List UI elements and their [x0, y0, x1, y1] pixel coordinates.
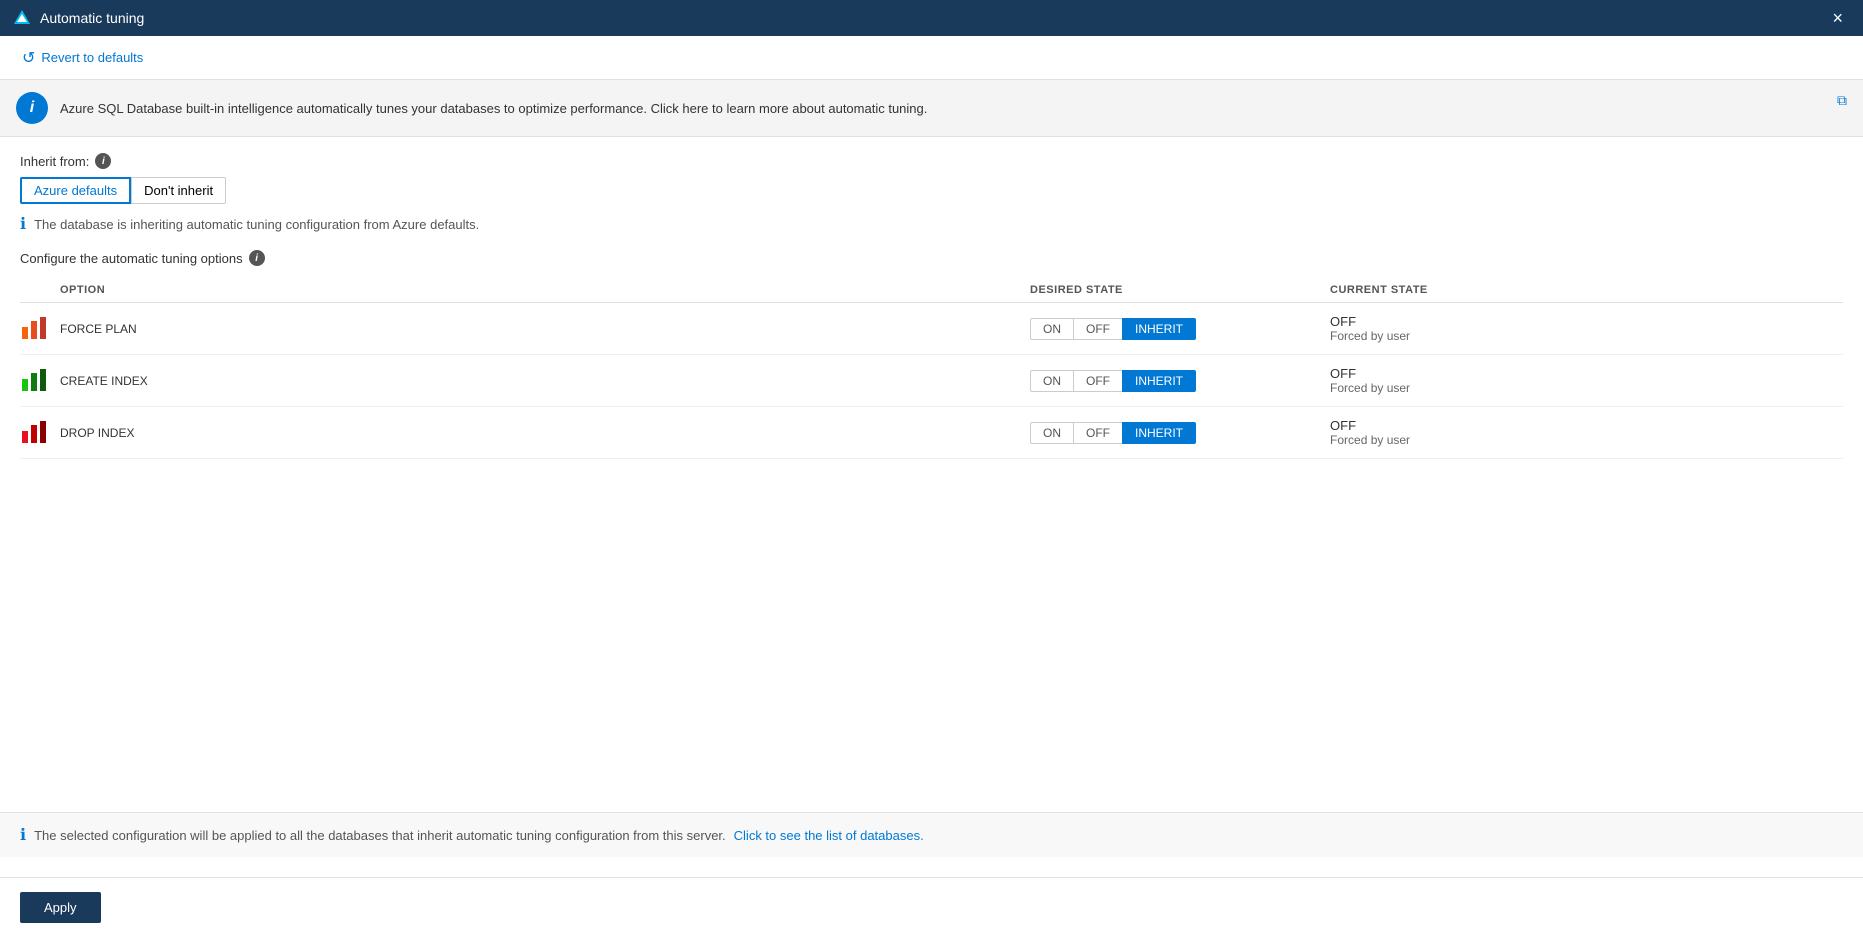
footer-message: The selected configuration will be appli… [34, 828, 726, 843]
state-btn-on-2[interactable]: ON [1030, 422, 1073, 444]
footer-info: ℹ The selected configuration will be app… [0, 812, 1863, 857]
desired-state-cell: ONOFFINHERIT [1030, 355, 1330, 407]
option-icon [20, 365, 48, 393]
state-button-group: ONOFFINHERIT [1030, 370, 1322, 392]
option-icon-cell [20, 355, 60, 407]
inherit-button-group: Azure defaults Don't inherit [20, 177, 1843, 204]
revert-label: Revert to defaults [41, 50, 143, 65]
current-state-value: OFF [1330, 418, 1835, 433]
state-btn-inherit-2[interactable]: INHERIT [1122, 422, 1196, 444]
footer-link[interactable]: Click to see the list of databases. [734, 828, 924, 843]
current-state-cell: OFF Forced by user [1330, 355, 1843, 407]
desired-state-cell: ONOFFINHERIT [1030, 407, 1330, 459]
azure-defaults-button[interactable]: Azure defaults [20, 177, 131, 204]
col-icon [20, 278, 60, 303]
close-button[interactable]: × [1824, 5, 1851, 31]
inherit-info-icon: ℹ [20, 214, 26, 234]
window-title: Automatic tuning [40, 10, 144, 26]
option-icon [20, 417, 48, 445]
state-btn-off-0[interactable]: OFF [1073, 318, 1122, 340]
external-link-icon[interactable]: ⧉ [1837, 92, 1847, 109]
option-name: FORCE PLAN [60, 322, 137, 336]
state-button-group: ONOFFINHERIT [1030, 318, 1322, 340]
table-row: DROP INDEXONOFFINHERIT OFF Forced by use… [20, 407, 1843, 459]
inherit-tooltip-icon[interactable]: i [95, 153, 111, 169]
state-btn-off-2[interactable]: OFF [1073, 422, 1122, 444]
footer-info-icon: ℹ [20, 825, 26, 845]
state-btn-inherit-0[interactable]: INHERIT [1122, 318, 1196, 340]
toolbar: ↺ Revert to defaults [0, 36, 1863, 80]
col-current-state: CURRENT STATE [1330, 278, 1843, 303]
app-icon [12, 8, 32, 28]
option-icon [20, 313, 48, 341]
option-name: CREATE INDEX [60, 374, 148, 388]
option-name-cell: FORCE PLAN [60, 303, 1030, 355]
current-state-note: Forced by user [1330, 433, 1835, 447]
option-name: DROP INDEX [60, 426, 134, 440]
configure-tooltip-icon[interactable]: i [249, 250, 265, 266]
state-btn-on-1[interactable]: ON [1030, 370, 1073, 392]
options-table: OPTION DESIRED STATE CURRENT STATE FORCE… [20, 278, 1843, 459]
col-option: OPTION [60, 278, 1030, 303]
state-btn-off-1[interactable]: OFF [1073, 370, 1122, 392]
inherit-info: ℹ The database is inheriting automatic t… [20, 214, 1843, 234]
current-state-note: Forced by user [1330, 329, 1835, 343]
configure-label-text: Configure the automatic tuning options [20, 251, 243, 266]
info-banner-text: Azure SQL Database built-in intelligence… [60, 101, 1847, 116]
option-icon-cell [20, 303, 60, 355]
state-button-group: ONOFFINHERIT [1030, 422, 1322, 444]
main-content: Inherit from: i Azure defaults Don't inh… [0, 137, 1863, 475]
inherit-label: Inherit from: [20, 154, 89, 169]
col-desired-state: DESIRED STATE [1030, 278, 1330, 303]
dont-inherit-button[interactable]: Don't inherit [131, 177, 226, 204]
current-state-note: Forced by user [1330, 381, 1835, 395]
configure-label: Configure the automatic tuning options i [20, 250, 1843, 266]
current-state-cell: OFF Forced by user [1330, 303, 1843, 355]
table-row: FORCE PLANONOFFINHERIT OFF Forced by use… [20, 303, 1843, 355]
state-btn-on-0[interactable]: ON [1030, 318, 1073, 340]
inherit-message: The database is inheriting automatic tun… [34, 217, 479, 232]
info-banner: i Azure SQL Database built-in intelligen… [0, 80, 1863, 137]
title-bar: Automatic tuning × [0, 0, 1863, 36]
info-icon: i [16, 92, 48, 124]
option-name-cell: CREATE INDEX [60, 355, 1030, 407]
state-btn-inherit-1[interactable]: INHERIT [1122, 370, 1196, 392]
option-icon-cell [20, 407, 60, 459]
revert-icon: ↺ [22, 48, 35, 68]
table-row: CREATE INDEXONOFFINHERIT OFF Forced by u… [20, 355, 1843, 407]
footer-actions: Apply [0, 877, 1863, 937]
option-name-cell: DROP INDEX [60, 407, 1030, 459]
desired-state-cell: ONOFFINHERIT [1030, 303, 1330, 355]
inherit-section: Inherit from: i Azure defaults Don't inh… [20, 153, 1843, 234]
current-state-value: OFF [1330, 314, 1835, 329]
table-header-row: OPTION DESIRED STATE CURRENT STATE [20, 278, 1843, 303]
revert-defaults-button[interactable]: ↺ Revert to defaults [16, 44, 149, 72]
configure-section: Configure the automatic tuning options i… [20, 250, 1843, 459]
current-state-value: OFF [1330, 366, 1835, 381]
current-state-cell: OFF Forced by user [1330, 407, 1843, 459]
apply-button[interactable]: Apply [20, 892, 101, 923]
